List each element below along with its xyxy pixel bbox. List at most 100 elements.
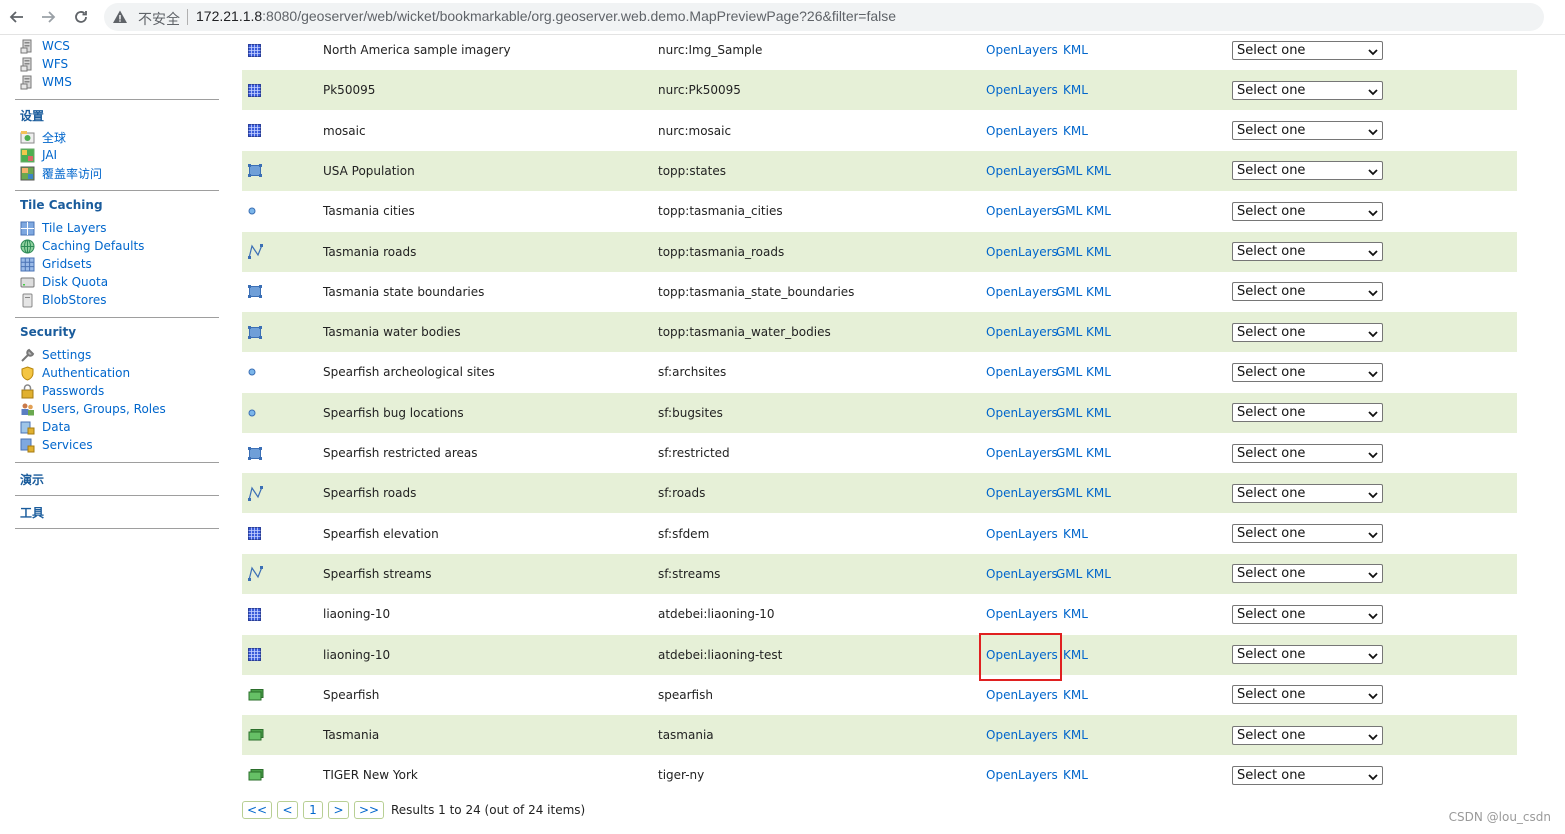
sidebar-item-wms[interactable]: WMS xyxy=(20,73,72,91)
sidebar-item-label[interactable]: 全球 xyxy=(42,129,66,146)
preview-link-openlayers[interactable]: OpenLayers xyxy=(986,527,1058,541)
sidebar-item-authentication[interactable]: Authentication xyxy=(20,364,130,382)
sidebar-item-wfs[interactable]: WFS xyxy=(20,55,68,73)
preview-link-kml[interactable]: KML xyxy=(1063,728,1088,742)
sidebar-item-tile-layers[interactable]: Tile Layers xyxy=(20,219,107,237)
preview-link-gml[interactable]: GML xyxy=(1056,446,1082,460)
sidebar-item-gridsets[interactable]: Gridsets xyxy=(20,255,92,273)
preview-link-kml[interactable]: KML xyxy=(1086,164,1111,178)
sidebar-item-users-groups-roles[interactable]: Users, Groups, Roles xyxy=(20,400,166,418)
preview-link-kml[interactable]: KML xyxy=(1063,607,1088,621)
sidebar-item-wcs[interactable]: WCS xyxy=(20,37,70,55)
format-select[interactable]: Select one xyxy=(1232,483,1383,503)
sidebar-item-data[interactable]: Data xyxy=(20,418,71,436)
format-select[interactable]: Select one xyxy=(1232,242,1383,261)
format-select[interactable]: Select one xyxy=(1232,362,1383,382)
format-select[interactable]: Select one xyxy=(1232,282,1383,302)
preview-link-kml[interactable]: KML xyxy=(1063,43,1088,57)
back-button[interactable] xyxy=(6,6,28,28)
sidebar-item-label[interactable]: Disk Quota xyxy=(42,275,108,289)
format-select[interactable]: Select one xyxy=(1232,765,1383,785)
format-select[interactable]: Select one xyxy=(1232,645,1383,664)
preview-link-openlayers[interactable]: OpenLayers xyxy=(986,164,1058,178)
preview-link-kml[interactable]: KML xyxy=(1063,688,1088,702)
preview-link-openlayers[interactable]: OpenLayers xyxy=(986,204,1058,218)
format-select[interactable]: Select one xyxy=(1232,564,1383,584)
preview-link-openlayers[interactable]: OpenLayers xyxy=(986,607,1058,621)
format-select[interactable]: Select one xyxy=(1232,685,1383,705)
preview-link-openlayers[interactable]: OpenLayers xyxy=(986,245,1058,259)
preview-link-kml[interactable]: KML xyxy=(1063,83,1088,97)
preview-link-gml[interactable]: GML xyxy=(1056,365,1082,379)
preview-link-gml[interactable]: GML xyxy=(1056,164,1082,178)
preview-link-gml[interactable]: GML xyxy=(1056,325,1082,339)
format-select[interactable]: Select one xyxy=(1232,201,1383,221)
sidebar-item-services[interactable]: Services xyxy=(20,436,93,454)
sidebar-item-[interactable]: 覆盖率访问 xyxy=(20,164,102,182)
preview-link-openlayers[interactable]: OpenLayers xyxy=(986,83,1058,97)
sidebar-item-label[interactable]: Caching Defaults xyxy=(42,239,144,253)
preview-link-kml[interactable]: KML xyxy=(1086,486,1111,500)
reload-button[interactable] xyxy=(70,6,92,28)
preview-link-gml[interactable]: GML xyxy=(1056,204,1082,218)
sidebar-item-jai[interactable]: JAI xyxy=(20,146,57,164)
preview-link-openlayers[interactable]: OpenLayers xyxy=(986,567,1058,581)
sidebar-item-disk-quota[interactable]: Disk Quota xyxy=(20,273,108,291)
sidebar-item-passwords[interactable]: Passwords xyxy=(20,382,104,400)
preview-link-openlayers[interactable]: OpenLayers xyxy=(986,446,1058,460)
sidebar-item-label[interactable]: JAI xyxy=(42,148,57,162)
preview-link-gml[interactable]: GML xyxy=(1056,285,1082,299)
format-select[interactable]: Select one xyxy=(1232,40,1383,60)
preview-link-kml[interactable]: KML xyxy=(1086,325,1111,339)
sidebar-item-[interactable]: 全球 xyxy=(20,128,66,146)
last-page-button[interactable]: >> xyxy=(354,801,384,819)
sidebar-item-settings[interactable]: Settings xyxy=(20,346,91,364)
sidebar-item-caching-defaults[interactable]: Caching Defaults xyxy=(20,237,144,255)
preview-link-kml[interactable]: KML xyxy=(1086,245,1111,259)
format-select[interactable]: Select one xyxy=(1232,121,1383,141)
preview-link-gml[interactable]: GML xyxy=(1056,567,1082,581)
preview-link-kml[interactable]: KML xyxy=(1086,446,1111,460)
sidebar-item-label[interactable]: Gridsets xyxy=(42,257,92,271)
sidebar-item-blobstores[interactable]: BlobStores xyxy=(20,291,107,309)
preview-link-openlayers[interactable]: OpenLayers xyxy=(986,365,1058,379)
preview-link-kml[interactable]: KML xyxy=(1086,204,1111,218)
preview-link-gml[interactable]: GML xyxy=(1056,406,1082,420)
sidebar-item-label[interactable]: WCS xyxy=(42,39,70,53)
sidebar-item-label[interactable]: Settings xyxy=(42,348,91,362)
sidebar-item-label[interactable]: Tile Layers xyxy=(42,221,107,235)
preview-link-gml[interactable]: GML xyxy=(1056,486,1082,500)
sidebar-item-label[interactable]: WMS xyxy=(42,75,72,89)
preview-link-openlayers[interactable]: OpenLayers xyxy=(986,486,1058,500)
format-select[interactable]: Select one xyxy=(1232,443,1383,463)
first-page-button[interactable]: << xyxy=(242,801,272,819)
forward-button[interactable] xyxy=(37,6,59,28)
sidebar-item-label[interactable]: Services xyxy=(42,438,93,452)
url-text[interactable]: 172.21.1.8:8080/geoserver/web/wicket/boo… xyxy=(196,8,896,24)
preview-link-kml[interactable]: KML xyxy=(1086,365,1111,379)
page-1-button[interactable]: 1 xyxy=(303,801,323,819)
prev-page-button[interactable]: < xyxy=(277,801,298,819)
format-select[interactable]: Select one xyxy=(1232,725,1383,745)
preview-link-kml[interactable]: KML xyxy=(1063,648,1088,662)
preview-link-kml[interactable]: KML xyxy=(1063,124,1088,138)
preview-link-kml[interactable]: KML xyxy=(1086,285,1111,299)
sidebar-heading-demos[interactable]: 演示 xyxy=(20,471,44,488)
next-page-button[interactable]: > xyxy=(328,801,349,819)
format-select[interactable]: Select one xyxy=(1232,80,1383,100)
sidebar-heading-tools[interactable]: 工具 xyxy=(20,504,44,521)
sidebar-item-label[interactable]: Data xyxy=(42,420,71,434)
preview-link-openlayers[interactable]: OpenLayers xyxy=(986,406,1058,420)
preview-link-openlayers[interactable]: OpenLayers xyxy=(986,768,1058,782)
preview-link-kml[interactable]: KML xyxy=(1086,406,1111,420)
preview-link-openlayers[interactable]: OpenLayers xyxy=(986,728,1058,742)
sidebar-item-label[interactable]: Authentication xyxy=(42,366,130,380)
preview-link-kml[interactable]: KML xyxy=(1086,567,1111,581)
format-select[interactable]: Select one xyxy=(1232,161,1383,181)
format-select[interactable]: Select one xyxy=(1232,604,1383,624)
preview-link-openlayers[interactable]: OpenLayers xyxy=(986,648,1058,662)
preview-link-openlayers[interactable]: OpenLayers xyxy=(986,124,1058,138)
sidebar-item-label[interactable]: Passwords xyxy=(42,384,104,398)
preview-link-openlayers[interactable]: OpenLayers xyxy=(986,43,1058,57)
preview-link-openlayers[interactable]: OpenLayers xyxy=(986,325,1058,339)
